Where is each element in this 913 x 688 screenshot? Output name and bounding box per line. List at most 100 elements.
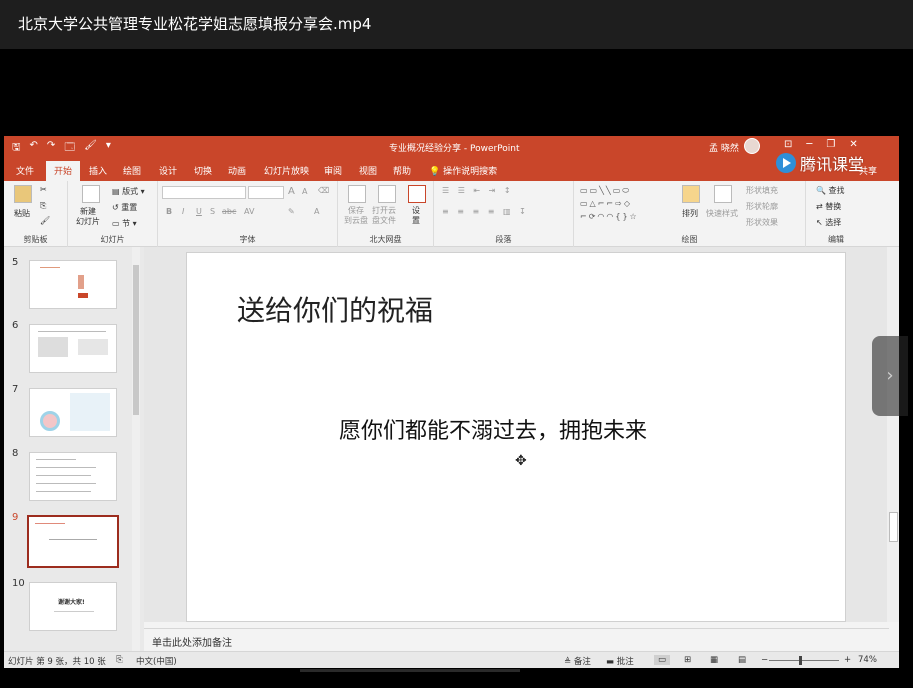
shape-effects-button[interactable]: 形状效果 <box>746 217 778 228</box>
reset-button[interactable]: ↺ 重置 <box>112 202 137 213</box>
replace-button[interactable]: ⇄ 替换 <box>816 201 841 212</box>
undo-icon[interactable]: ↶ <box>30 140 38 157</box>
tell-me-search[interactable]: 💡 操作说明搜索 <box>429 164 497 177</box>
tab-insert[interactable]: 插入 <box>89 164 107 177</box>
notes-toggle[interactable]: ≜ 备注 <box>564 655 591 667</box>
tab-draw[interactable]: 绘图 <box>123 164 141 177</box>
new-slide-button[interactable]: 新建 幻灯片 <box>76 207 100 227</box>
strikethrough-button[interactable]: abc <box>222 207 236 216</box>
bold-button[interactable]: B <box>166 207 172 216</box>
thumbnail-title: 谢谢大家! <box>58 599 85 606</box>
pen-icon[interactable]: 🖌 <box>84 140 97 157</box>
slide-thumbnail-7[interactable] <box>29 388 117 437</box>
slide-sorter-icon[interactable]: ⊞ <box>684 655 691 665</box>
close-icon[interactable]: ✕ <box>849 139 857 150</box>
list-buttons[interactable]: ☰ ☰ ⇤ ⇥ ↕ <box>442 186 514 195</box>
quick-styles-icon[interactable] <box>714 185 732 203</box>
section-button[interactable]: ▭ 节 ▾ <box>112 218 137 229</box>
save-icon[interactable]: 🖫 <box>12 140 21 157</box>
watermark-text: 腾讯课堂 <box>800 155 865 174</box>
shadow-button[interactable]: S <box>210 207 215 216</box>
highlight-icon[interactable]: ✎ <box>288 207 295 216</box>
zoom-level[interactable]: 74% <box>858 655 877 665</box>
shapes-gallery[interactable]: ▭▭╲╲▭⬭ ▭△⌐⌐⇨◇ ⌐⟳◠◠{}☆ <box>580 184 639 223</box>
redo-icon[interactable]: ↷ <box>47 140 55 157</box>
italic-button[interactable]: I <box>182 207 184 216</box>
open-cloud-file-button[interactable]: 打开云 盘文件 <box>372 206 396 226</box>
user-name[interactable]: 孟 晓然 <box>709 141 739 154</box>
thumbnail-scrollbar[interactable] <box>132 247 140 651</box>
notes-pane[interactable]: 单击此处添加备注 <box>144 628 889 651</box>
slide-thumbnail-8[interactable] <box>29 452 117 501</box>
slide-thumbnail-6[interactable] <box>29 324 117 373</box>
shape-fill-button[interactable]: 形状填充 <box>746 185 778 196</box>
cloud-settings-icon[interactable] <box>408 185 426 203</box>
shrink-font-button[interactable]: A <box>302 187 307 196</box>
notes-placeholder[interactable]: 单击此处添加备注 <box>152 634 232 649</box>
paste-button[interactable]: 粘贴 <box>14 208 30 219</box>
slide-thumbnail-9[interactable] <box>27 515 119 568</box>
tab-home[interactable]: 开始 <box>46 161 81 181</box>
save-to-cloud-button[interactable]: 保存 到云盘 <box>344 206 368 226</box>
align-buttons[interactable]: ≡ ≡ ≡ ≡ ▥ ↧ <box>442 207 529 216</box>
avatar[interactable] <box>744 138 760 154</box>
slide-thumbnail-10[interactable]: 谢谢大家! <box>29 582 117 631</box>
char-spacing-button[interactable]: AV <box>244 207 254 216</box>
clear-format-icon[interactable]: ⌫ <box>318 186 329 195</box>
quick-styles-button[interactable]: 快速样式 <box>706 208 738 219</box>
video-progress-track[interactable] <box>300 669 520 672</box>
paste-icon[interactable] <box>14 185 32 203</box>
scrollbar-thumb[interactable] <box>133 265 139 415</box>
font-color-icon[interactable]: A <box>314 207 319 216</box>
group-paragraph: ☰ ☰ ⇤ ⇥ ↕ ≡ ≡ ≡ ≡ ▥ ↧ 段落 <box>434 181 574 247</box>
arrange-icon[interactable] <box>682 185 700 203</box>
font-family-combo[interactable] <box>162 186 246 199</box>
cloud-open-icon[interactable] <box>378 185 396 203</box>
tab-help[interactable]: 帮助 <box>393 164 411 177</box>
font-size-combo[interactable] <box>248 186 284 199</box>
select-button[interactable]: ↖ 选择 <box>816 217 841 228</box>
language-status[interactable]: 中文(中国) <box>136 655 177 667</box>
slideshow-view-icon[interactable]: ▤ <box>738 655 746 665</box>
restore-icon[interactable]: ❐ <box>826 139 835 150</box>
slide-thumbnail-5[interactable] <box>29 260 117 309</box>
tab-animations[interactable]: 动画 <box>228 164 246 177</box>
slide-title[interactable]: 送给你们的祝福 <box>237 289 433 329</box>
tab-file[interactable]: 文件 <box>16 164 34 177</box>
zoom-in-icon[interactable]: + <box>844 655 851 665</box>
ribbon-display-icon[interactable]: ⊡ <box>784 139 792 150</box>
tab-review[interactable]: 审阅 <box>324 164 342 177</box>
group-label: 编辑 <box>828 235 844 244</box>
comments-toggle[interactable]: ▬ 批注 <box>606 655 634 667</box>
cloud-settings-button[interactable]: 设 置 <box>412 206 420 226</box>
slide-scrollbar[interactable] <box>887 247 899 622</box>
zoom-out-icon[interactable]: − <box>761 655 768 665</box>
shape-outline-button[interactable]: 形状轮廓 <box>746 201 778 212</box>
tab-design[interactable]: 设计 <box>159 164 177 177</box>
slideshow-icon[interactable]: 🗔 <box>64 140 75 157</box>
format-painter-icon[interactable]: 🖌 <box>40 216 50 225</box>
tab-view[interactable]: 视图 <box>359 164 377 177</box>
slide-body-text[interactable]: 愿你们都能不溺过去，拥抱未来 <box>339 413 647 445</box>
zoom-slider-knob[interactable] <box>799 656 802 665</box>
find-button[interactable]: 🔍 查找 <box>816 185 845 196</box>
new-slide-icon[interactable] <box>82 185 100 203</box>
copy-icon[interactable]: ⎘ <box>40 201 46 211</box>
layout-button[interactable]: ▤ 版式 ▾ <box>112 186 145 197</box>
customize-qat-icon[interactable]: ▾ <box>106 140 111 157</box>
cut-icon[interactable]: ✂ <box>40 185 47 194</box>
arrange-button[interactable]: 排列 <box>682 208 698 219</box>
reading-view-icon[interactable]: ▦ <box>710 655 718 665</box>
cloud-save-icon[interactable] <box>348 185 366 203</box>
tab-slideshow[interactable]: 幻灯片放映 <box>264 164 309 177</box>
next-chevron-icon[interactable]: › <box>872 336 908 416</box>
minimize-icon[interactable]: ─ <box>806 139 812 150</box>
spellcheck-icon[interactable]: ⎘ <box>116 655 123 665</box>
current-slide[interactable]: 送给你们的祝福 愿你们都能不溺过去，拥抱未来 ✥ <box>186 252 846 622</box>
tab-transitions[interactable]: 切换 <box>194 164 212 177</box>
underline-button[interactable]: U <box>196 207 202 216</box>
normal-view-icon[interactable]: ▭ <box>654 655 671 665</box>
scrollbar-thumb[interactable] <box>889 512 898 542</box>
grow-font-button[interactable]: A <box>288 186 295 197</box>
zoom-slider[interactable] <box>769 660 839 661</box>
